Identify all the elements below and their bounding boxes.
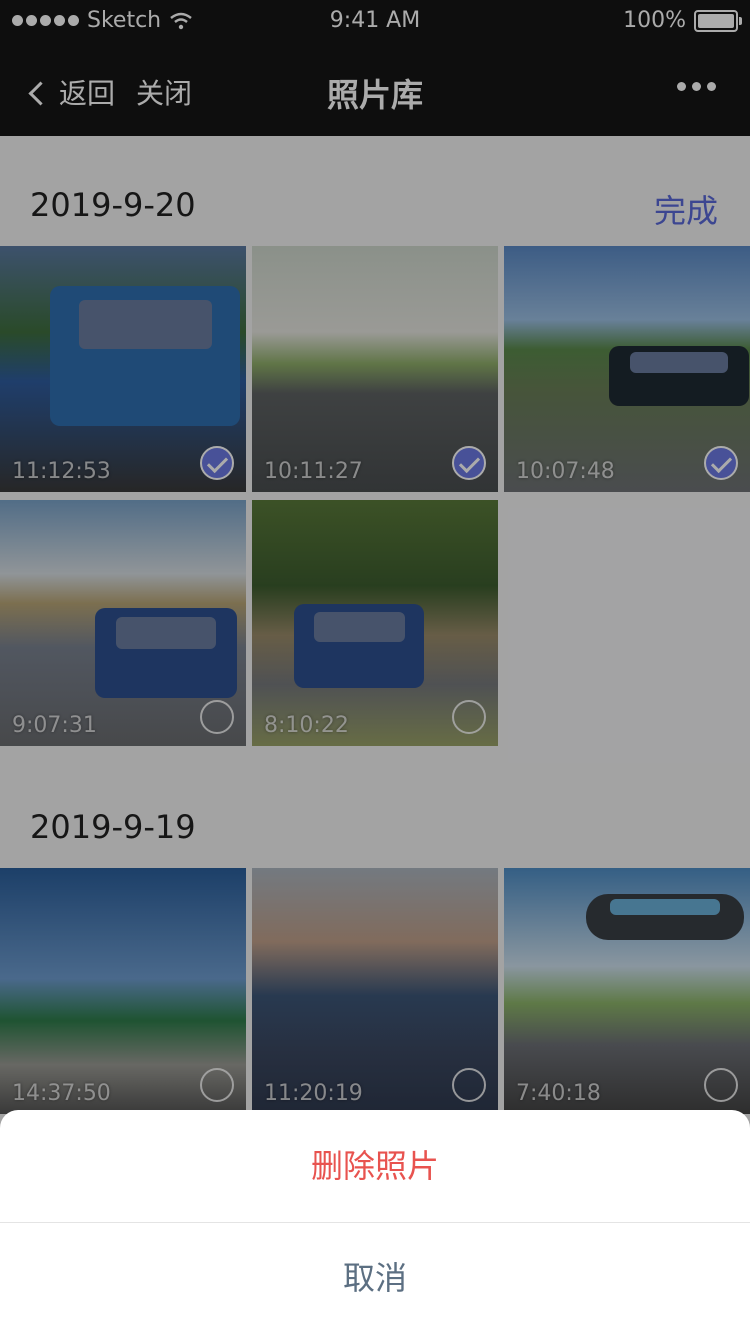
action-sheet: 删除照片 取消 — [0, 1110, 750, 1334]
cancel-button[interactable]: 取消 — [0, 1222, 750, 1334]
delete-photos-button[interactable]: 删除照片 — [0, 1110, 750, 1222]
